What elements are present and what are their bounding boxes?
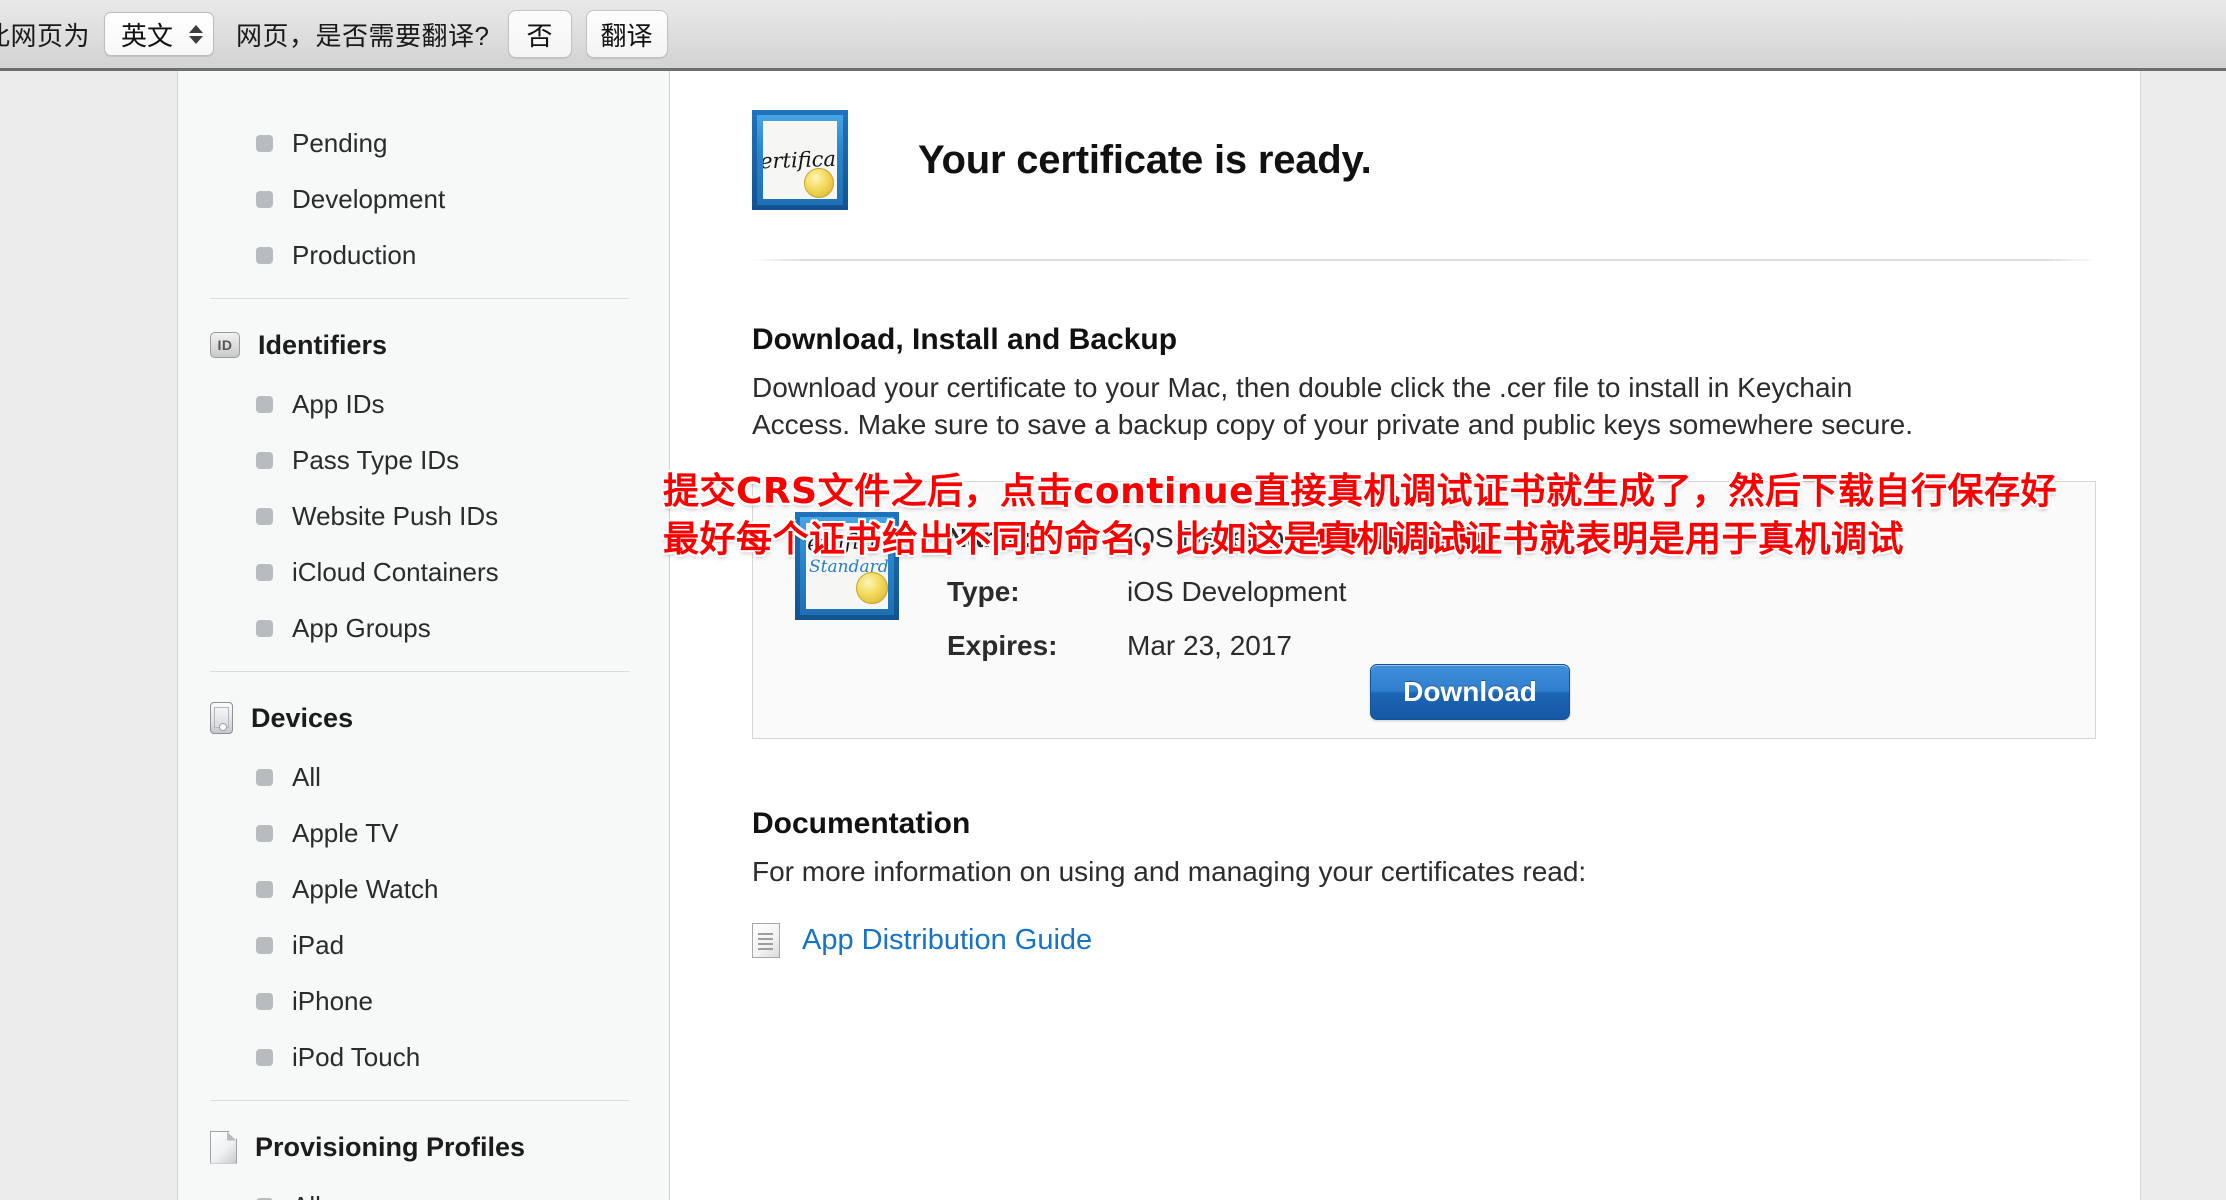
sidebar-item-label: iPod Touch xyxy=(292,1041,421,1072)
sidebar-item-app-ids[interactable]: App IDs xyxy=(178,376,669,432)
translate-question-text: 网页，是否需要翻译? xyxy=(236,20,490,51)
sidebar-item-label: Apple TV xyxy=(292,817,399,848)
page-title: Your certificate is ready. xyxy=(918,137,1372,182)
sidebar-item-production[interactable]: Production xyxy=(178,227,669,283)
certificate-field-name: Name: iOS Develop xyxy=(947,522,1480,576)
download-section-heading: Download, Install and Backup xyxy=(752,323,1178,356)
translate-lead-text: 此网页为 xyxy=(0,20,91,51)
page-body: Pending Development Production ID Identi… xyxy=(0,71,2226,1200)
download-button[interactable]: Download xyxy=(1370,664,1570,721)
sidebar-item-ipad[interactable]: iPad xyxy=(178,917,669,973)
sidebar-item-website-push-ids[interactable]: Website Push IDs xyxy=(178,488,669,544)
certificate-icon-script-text: Certificate xyxy=(806,528,888,557)
sidebar-item-label: All xyxy=(292,1191,321,1200)
stepper-updown-icon[interactable] xyxy=(189,24,204,44)
bullet-icon xyxy=(256,936,273,954)
bullet-icon xyxy=(256,395,273,413)
bullet-icon xyxy=(256,992,273,1010)
sidebar-section-label: Devices xyxy=(251,702,354,733)
main-content: Certificate Your certificate is ready. D… xyxy=(669,71,2141,1200)
sidebar-item-label: Website Push IDs xyxy=(292,500,499,531)
sidebar-section-devices[interactable]: Devices xyxy=(178,687,669,749)
sidebar-item-pending[interactable]: Pending xyxy=(178,115,669,171)
sidebar-item-label: All xyxy=(292,761,321,792)
language-select[interactable]: 英文 xyxy=(104,12,215,56)
field-label: Type: xyxy=(947,576,1020,608)
field-value: iOS Develop xyxy=(1127,522,1480,554)
bullet-icon xyxy=(256,246,273,264)
download-section-paragraph-line2: Access. Make sure to save a backup copy … xyxy=(752,409,1914,441)
sidebar-item-icloud-containers[interactable]: iCloud Containers xyxy=(178,544,669,600)
bullet-icon xyxy=(256,190,273,208)
documentation-heading: Documentation xyxy=(752,807,971,841)
sidebar-item-label: Production xyxy=(292,239,417,270)
certificate-fields: Name: iOS Develop Type: iOS Development … xyxy=(947,522,1480,684)
sidebar-item-label: Pending xyxy=(292,127,388,158)
sidebar-item-label: iPad xyxy=(292,929,345,960)
bullet-icon xyxy=(256,619,273,637)
field-label: Name: xyxy=(947,522,1033,554)
download-section-paragraph-line1: Download your certificate to your Mac, t… xyxy=(752,372,1853,403)
sidebar-item-development[interactable]: Development xyxy=(178,171,669,227)
sidebar-item-label: Apple Watch xyxy=(292,873,439,904)
documentation-section: Documentation For more information on us… xyxy=(752,807,2096,958)
sidebar-item-all-profiles[interactable]: All xyxy=(178,1178,669,1200)
hero-banner: Certificate Your certificate is ready. xyxy=(752,71,2096,221)
certificate-icon: Certificate xyxy=(752,110,848,210)
field-value: Mar 23, 2017 xyxy=(1127,630,1292,662)
sidebar-item-app-groups[interactable]: App Groups xyxy=(178,600,669,656)
bullet-icon xyxy=(256,880,273,898)
sidebar-section-label: Provisioning Profiles xyxy=(255,1131,526,1162)
sidebar-divider xyxy=(210,671,629,672)
sidebar-item-label: App IDs xyxy=(292,388,385,419)
page-lines-icon xyxy=(752,922,780,958)
sidebar-section-provisioning-profiles[interactable]: Provisioning Profiles xyxy=(178,1116,669,1178)
sidebar-divider xyxy=(210,1100,629,1101)
sidebar-item-all-devices[interactable]: All xyxy=(178,749,669,805)
sidebar-item-label: Development xyxy=(292,183,446,214)
sidebar-item-label: App Groups xyxy=(292,612,431,643)
sidebar-section-label: Identifiers xyxy=(258,329,388,360)
sidebar-item-apple-tv[interactable]: Apple TV xyxy=(178,805,669,861)
sidebar-item-pass-type-ids[interactable]: Pass Type IDs xyxy=(178,432,669,488)
id-badge-icon: ID xyxy=(210,332,240,358)
document-icon xyxy=(210,1130,237,1164)
sidebar-item-iphone[interactable]: iPhone xyxy=(178,973,669,1029)
hero-divider xyxy=(752,259,2096,261)
sidebar-item-label: iPhone xyxy=(292,985,373,1016)
certificate-seal-icon xyxy=(804,168,834,198)
app-distribution-guide-link[interactable]: App Distribution Guide xyxy=(802,924,1092,957)
field-label: Expires: xyxy=(947,630,1058,662)
sidebar: Pending Development Production ID Identi… xyxy=(177,71,669,1200)
decline-translate-button[interactable]: 否 xyxy=(507,10,572,58)
sidebar-item-label: Pass Type IDs xyxy=(292,444,460,475)
device-icon xyxy=(210,702,233,734)
download-section: Download, Install and Backup Download yo… xyxy=(752,323,2096,443)
bullet-icon xyxy=(256,507,273,525)
sidebar-item-apple-watch[interactable]: Apple Watch xyxy=(178,861,669,917)
bullet-icon xyxy=(256,134,273,152)
certificate-standard-icon: Certificate Standard xyxy=(795,512,899,621)
certificate-details-card: Certificate Standard Name: iOS Develop T… xyxy=(752,481,2096,740)
sidebar-item-ipod-touch[interactable]: iPod Touch xyxy=(178,1029,669,1085)
documentation-link-row[interactable]: App Distribution Guide xyxy=(752,922,2096,958)
certificate-field-expires: Expires: Mar 23, 2017 xyxy=(947,630,1346,684)
redaction-bar xyxy=(1315,527,1480,550)
translate-button[interactable]: 翻译 xyxy=(585,10,668,58)
bullet-icon xyxy=(256,1048,273,1066)
bullet-icon xyxy=(256,768,273,786)
field-value: iOS Development xyxy=(1127,576,1347,608)
sidebar-section-identifiers[interactable]: ID Identifiers xyxy=(178,314,669,376)
field-value-text: iOS Develop xyxy=(1127,522,1285,554)
language-select-value: 英文 xyxy=(121,20,174,51)
bullet-icon xyxy=(256,451,273,469)
documentation-paragraph: For more information on using and managi… xyxy=(752,856,1587,888)
sidebar-divider xyxy=(210,298,629,299)
certificate-field-type: Type: iOS Development xyxy=(947,576,1346,630)
translate-notification-bar: 此网页为 英文 网页，是否需要翻译? 否 翻译 xyxy=(0,0,2226,71)
bullet-icon xyxy=(256,563,273,581)
sidebar-item-label: iCloud Containers xyxy=(292,556,499,587)
bullet-icon xyxy=(256,824,273,842)
